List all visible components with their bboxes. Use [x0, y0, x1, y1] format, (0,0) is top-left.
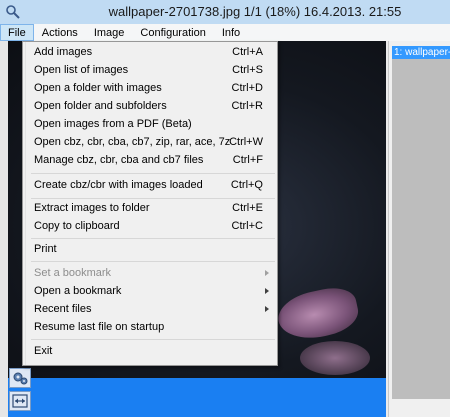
menu-item-open-subfolders[interactable]: Open folder and subfolders Ctrl+R: [23, 97, 277, 115]
menu-item-open-folder[interactable]: Open a folder with images Ctrl+D: [23, 79, 277, 97]
menu-item-label: Resume last file on startup: [34, 321, 165, 333]
menu-item-set-bookmark[interactable]: Set a bookmark: [23, 264, 277, 282]
fit-width-button[interactable]: [9, 391, 31, 411]
menu-item-label: Open a folder with images: [34, 82, 162, 94]
menu-item-shortcut: Ctrl+S: [232, 64, 263, 76]
title-bar: wallpaper-2701738.jpg 1/1 (18%) 16.4.201…: [0, 0, 450, 24]
menu-item-label: Print: [34, 243, 57, 255]
submenu-arrow-icon: [265, 288, 269, 294]
menu-item-label: Recent files: [34, 303, 92, 315]
menu-item-label: Add images: [34, 46, 93, 58]
menu-item-copy-clipboard[interactable]: Copy to clipboard Ctrl+C: [23, 217, 277, 235]
menu-image[interactable]: Image: [86, 24, 133, 41]
menu-separator: [31, 238, 275, 239]
left-toolbar: [0, 41, 8, 417]
menu-item-label: Open cbz, cbr, cba, cb7, zip, rar, ace, …: [34, 136, 231, 148]
menu-item-shortcut: Ctrl+W: [229, 136, 263, 148]
menu-separator: [31, 261, 275, 262]
menu-item-shortcut: Ctrl+R: [231, 100, 263, 112]
menu-item-open-list[interactable]: Open list of images Ctrl+S: [23, 61, 277, 79]
menu-item-shortcut: Ctrl+F: [232, 154, 263, 166]
menu-info[interactable]: Info: [214, 24, 248, 41]
thumbnail-list-item[interactable]: 1: wallpaper-2701738.jpg: [392, 46, 450, 59]
file-menu-dropdown: Add images Ctrl+A Open list of images Ct…: [22, 41, 278, 366]
menu-item-shortcut: Ctrl+D: [231, 82, 263, 94]
submenu-arrow-icon: [265, 306, 269, 312]
menu-item-label: Set a bookmark: [34, 267, 112, 279]
menu-item-label: Copy to clipboard: [34, 220, 120, 232]
menu-item-print[interactable]: Print: [23, 240, 277, 258]
fit-width-icon: [12, 394, 28, 408]
menu-actions[interactable]: Actions: [34, 24, 86, 41]
menu-item-manage-archives[interactable]: Manage cbz, cbr, cba and cb7 files Ctrl+…: [23, 151, 277, 169]
menu-item-open-pdf[interactable]: Open images from a PDF (Beta): [23, 115, 277, 133]
menu-item-add-images[interactable]: Add images Ctrl+A: [23, 43, 277, 61]
menu-item-open-archives[interactable]: Open cbz, cbr, cba, cb7, zip, rar, ace, …: [23, 133, 277, 151]
menu-file[interactable]: File: [0, 24, 34, 41]
window-title: wallpaper-2701738.jpg 1/1 (18%) 16.4.201…: [108, 4, 402, 19]
thumbnail-panel: 1: wallpaper-2701738.jpg: [388, 41, 450, 417]
menu-separator: [31, 339, 275, 340]
menu-item-label: Extract images to folder: [34, 202, 150, 214]
menu-item-extract-images[interactable]: Extract images to folder Ctrl+E: [23, 199, 277, 217]
menu-item-shortcut: Ctrl+E: [232, 202, 263, 214]
menu-item-shortcut: Ctrl+C: [231, 220, 263, 232]
menu-configuration[interactable]: Configuration: [132, 24, 213, 41]
menu-item-label: Exit: [34, 345, 53, 357]
menu-item-label: Open folder and subfolders: [34, 100, 167, 112]
menu-item-shortcut: Ctrl+Q: [230, 179, 263, 191]
menu-item-create-archive[interactable]: Create cbz/cbr with images loaded Ctrl+Q: [23, 176, 277, 194]
thumbnail-list-area[interactable]: [392, 59, 450, 399]
image-content-shadow: [300, 341, 370, 375]
submenu-arrow-icon: [265, 270, 269, 276]
settings-button[interactable]: [9, 368, 31, 388]
menu-item-resume-last-file[interactable]: Resume last file on startup: [23, 318, 277, 336]
menu-item-label: Open list of images: [34, 64, 129, 76]
menu-item-shortcut: Ctrl+A: [232, 46, 263, 58]
menu-item-label: Manage cbz, cbr, cba and cb7 files: [34, 154, 204, 166]
settings-icon: [13, 372, 28, 385]
menu-bar: File Actions Image Configuration Info: [0, 24, 450, 41]
menu-item-open-bookmark[interactable]: Open a bookmark: [23, 282, 277, 300]
menu-item-exit[interactable]: Exit: [23, 342, 277, 360]
image-content-flower: [274, 283, 362, 345]
menu-separator: [31, 173, 275, 174]
menu-item-label: Create cbz/cbr with images loaded: [34, 179, 203, 191]
menu-item-label: Open a bookmark: [34, 285, 122, 297]
menu-item-recent-files[interactable]: Recent files: [23, 300, 277, 318]
menu-item-label: Open images from a PDF (Beta): [34, 118, 192, 130]
